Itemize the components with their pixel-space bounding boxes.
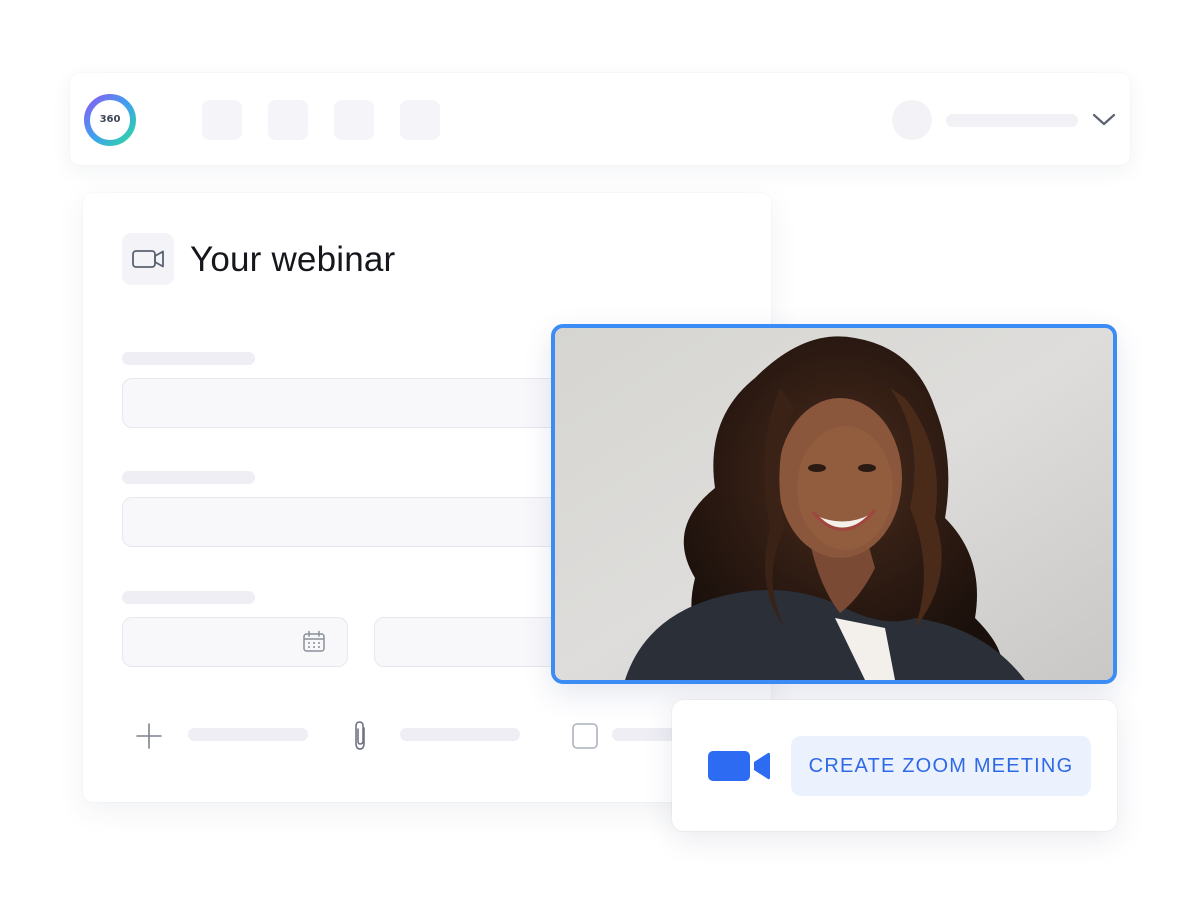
nav-item-1[interactable] <box>202 100 242 140</box>
page-title: Your webinar <box>190 240 396 279</box>
top-bar: 360 <box>70 73 1130 165</box>
calendar-icon[interactable] <box>302 630 326 654</box>
nav-item-3[interactable] <box>334 100 374 140</box>
logo-text: 360 <box>99 114 121 125</box>
create-zoom-meeting-button[interactable]: CREATE ZOOM MEETING <box>791 736 1091 796</box>
zoom-panel: CREATE ZOOM MEETING <box>672 700 1117 831</box>
field-label-placeholder <box>122 352 255 365</box>
add-label-placeholder <box>188 728 308 741</box>
presenter-photo <box>555 328 1113 680</box>
chevron-down-icon[interactable] <box>1092 109 1116 129</box>
plus-icon[interactable] <box>136 723 162 749</box>
video-preview <box>551 324 1117 684</box>
user-avatar[interactable] <box>892 100 932 140</box>
checkbox-icon[interactable] <box>571 722 599 750</box>
user-name-placeholder[interactable] <box>946 114 1078 127</box>
field-label-placeholder <box>122 591 255 604</box>
field-label-placeholder <box>122 471 255 484</box>
video-camera-filled-icon <box>708 748 772 784</box>
attach-label-placeholder <box>400 728 520 741</box>
app-logo[interactable]: 360 <box>83 93 137 147</box>
nav-item-4[interactable] <box>400 100 440 140</box>
nav-item-2[interactable] <box>268 100 308 140</box>
date-field[interactable] <box>122 617 348 667</box>
video-camera-outline-icon <box>122 233 174 285</box>
paperclip-icon[interactable] <box>348 719 372 753</box>
